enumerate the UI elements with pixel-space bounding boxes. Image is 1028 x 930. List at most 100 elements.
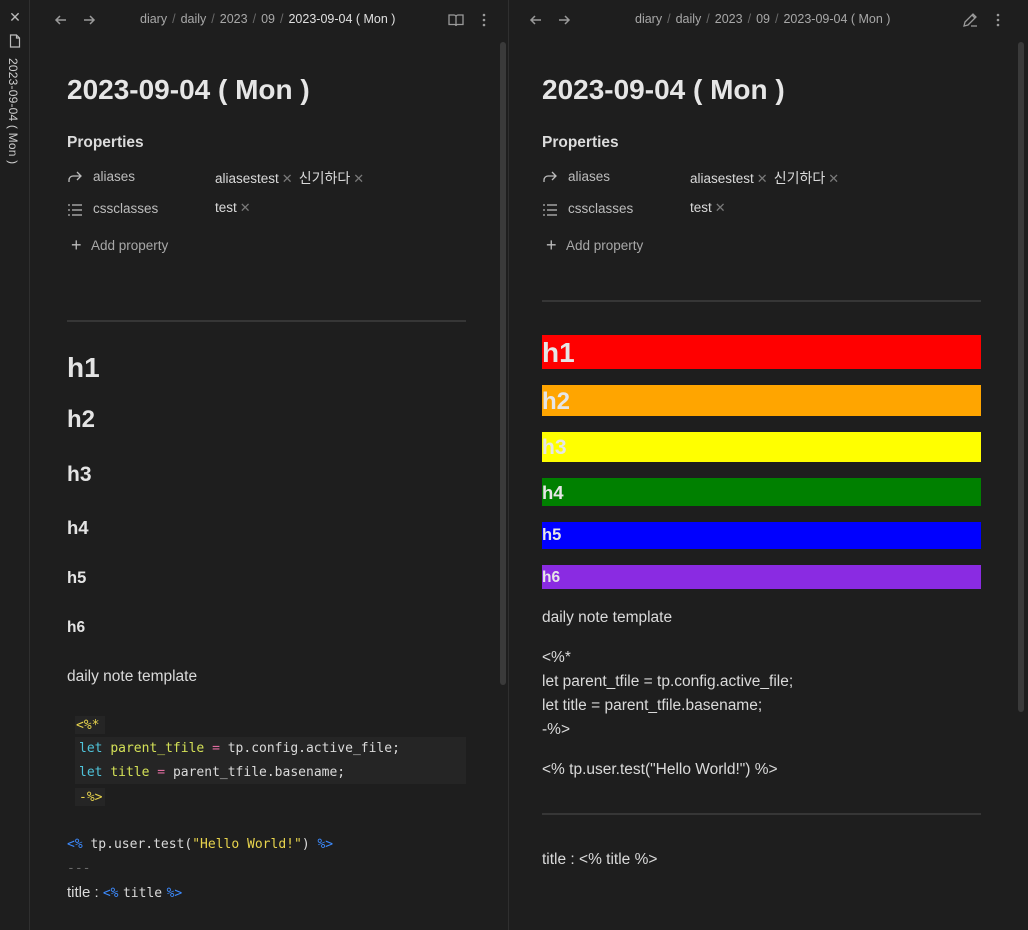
heading-3[interactable]: h3	[67, 463, 92, 487]
code-line: let title = parent_tfile.basename;	[79, 765, 346, 780]
paragraph: daily note template	[542, 609, 673, 626]
property-name[interactable]: cssclasses	[93, 201, 158, 216]
heading-3-band: h3	[542, 432, 981, 462]
property-row-aliases[interactable]: aliases aliasestest ✕ 신기하다 ✕	[542, 168, 982, 190]
rendered-line: <%*	[542, 649, 571, 666]
breadcrumb: diary / daily/2023/09/2023-09-04 ( Mon )	[635, 12, 891, 26]
add-property-button[interactable]: + Add property	[71, 235, 168, 255]
property-row-aliases[interactable]: aliases aliasestest ✕ 신기하다 ✕	[67, 168, 487, 190]
rendered-line: -%>	[542, 721, 570, 738]
heading-4: h4	[542, 482, 564, 503]
property-pill[interactable]: test ✕	[215, 200, 251, 216]
title-line[interactable]: title : <% title %>	[67, 884, 182, 902]
remove-icon[interactable]: ✕	[282, 171, 293, 186]
property-pill[interactable]: 신기하다 ✕	[774, 168, 839, 188]
list-icon	[543, 204, 557, 216]
more-vertical-icon[interactable]	[989, 11, 1007, 29]
properties-heading[interactable]: Properties	[542, 134, 619, 152]
heading-2[interactable]: h2	[67, 406, 95, 434]
heading-2: h2	[542, 388, 571, 415]
file-icon[interactable]	[9, 34, 21, 48]
breadcrumb-current[interactable]: 2023-09-04 ( Mon )	[288, 12, 395, 26]
breadcrumb: diary / daily/2023/09/2023-09-04 ( Mon )	[140, 12, 396, 26]
code-line: let parent_tfile = tp.config.active_file…	[79, 741, 400, 756]
heading-5[interactable]: h5	[67, 569, 86, 588]
heading-4-band: h4	[542, 478, 981, 506]
property-name[interactable]: aliases	[93, 169, 135, 184]
property-name[interactable]: aliases	[568, 169, 610, 184]
heading-4[interactable]: h4	[67, 517, 89, 539]
breadcrumb-item[interactable]: diary	[635, 12, 662, 26]
heading-1: h1	[542, 337, 575, 368]
properties-heading[interactable]: Properties	[67, 134, 144, 152]
property-pill[interactable]: aliasestest ✕	[690, 171, 768, 187]
arrow-left-icon[interactable]	[527, 11, 545, 29]
note-title: 2023-09-04 ( Mon )	[542, 74, 785, 105]
remove-icon[interactable]: ✕	[240, 200, 251, 215]
property-name[interactable]: cssclasses	[568, 201, 633, 216]
property-pill[interactable]: test ✕	[690, 200, 726, 216]
hr-markdown[interactable]: ---	[67, 861, 90, 876]
heading-1-band: h1	[542, 335, 981, 369]
template-call-line[interactable]: <% tp.user.test("Hello World!") %>	[67, 837, 333, 852]
remove-icon[interactable]: ✕	[353, 171, 364, 186]
close-icon[interactable]: ✕	[8, 10, 22, 24]
more-vertical-icon[interactable]	[475, 11, 493, 29]
property-values[interactable]: aliasestest ✕ 신기하다 ✕	[690, 168, 845, 188]
breadcrumb-item[interactable]: 2023	[220, 12, 248, 26]
plus-icon: +	[546, 235, 557, 255]
heading-3: h3	[542, 436, 567, 459]
heading-6-band: h6	[542, 565, 981, 589]
breadcrumb-item[interactable]: 09	[756, 12, 770, 26]
pencil-icon[interactable]	[961, 11, 979, 29]
breadcrumb-item[interactable]: 2023	[715, 12, 743, 26]
property-pill[interactable]: 신기하다 ✕	[299, 168, 364, 188]
breadcrumb-item[interactable]: daily	[181, 12, 207, 26]
template-open-tag[interactable]: <%*	[76, 718, 99, 733]
plus-icon: +	[71, 235, 82, 255]
breadcrumb-item[interactable]: diary	[140, 12, 167, 26]
heading-5: h5	[542, 526, 562, 544]
divider	[542, 813, 981, 815]
rendered-line: let parent_tfile = tp.config.active_file…	[542, 673, 794, 690]
rendered-line: let title = parent_tfile.basename;	[542, 697, 763, 714]
right-header: diary / daily/2023/09/2023-09-04 ( Mon )	[510, 0, 1028, 40]
link-arrow-icon	[543, 171, 557, 182]
scrollbar[interactable]	[500, 42, 506, 685]
link-arrow-icon	[68, 171, 82, 182]
property-row-cssclasses[interactable]: cssclasses test ✕	[67, 200, 487, 222]
remove-icon[interactable]: ✕	[715, 200, 726, 215]
breadcrumb-current[interactable]: 2023-09-04 ( Mon )	[783, 12, 890, 26]
arrow-right-icon[interactable]	[555, 11, 573, 29]
property-pill[interactable]: aliasestest ✕	[215, 171, 293, 187]
breadcrumb-item[interactable]: 09	[261, 12, 275, 26]
vertical-tab-title[interactable]: 2023-09-04 ( Mon )	[6, 58, 20, 164]
heading-5-band: h5	[542, 522, 981, 549]
book-open-icon[interactable]	[447, 11, 465, 29]
property-values[interactable]: aliasestest ✕ 신기하다 ✕	[215, 168, 370, 188]
remove-icon[interactable]: ✕	[757, 171, 768, 186]
heading-1[interactable]: h1	[67, 352, 100, 384]
heading-6[interactable]: h6	[67, 619, 85, 637]
left-pane: diary / daily/2023/09/2023-09-04 ( Mon ) 2…	[31, 0, 509, 930]
scrollbar[interactable]	[1018, 42, 1024, 712]
template-close-tag[interactable]: -%>	[79, 790, 102, 805]
tab-sidebar: ✕ 2023-09-04 ( Mon )	[0, 0, 30, 930]
heading-6: h6	[542, 569, 561, 586]
divider	[542, 300, 981, 302]
note-title[interactable]: 2023-09-04 ( Mon )	[67, 74, 310, 106]
property-values[interactable]: test ✕	[690, 200, 732, 216]
arrow-left-icon[interactable]	[52, 11, 70, 29]
right-pane: diary / daily/2023/09/2023-09-04 ( Mon ) 2…	[510, 0, 1028, 930]
remove-icon[interactable]: ✕	[828, 171, 839, 186]
add-property-button[interactable]: + Add property	[546, 235, 643, 255]
breadcrumb-item[interactable]: daily	[676, 12, 702, 26]
arrow-right-icon[interactable]	[80, 11, 98, 29]
property-values[interactable]: test ✕	[215, 200, 257, 216]
property-row-cssclasses[interactable]: cssclasses test ✕	[542, 200, 982, 222]
left-header: diary / daily/2023/09/2023-09-04 ( Mon )	[31, 0, 508, 40]
paragraph[interactable]: daily note template	[67, 668, 197, 686]
rendered-tp-line: <% tp.user.test("Hello World!") %>	[542, 761, 778, 778]
rendered-title-line: title : <% title %>	[542, 851, 658, 868]
divider	[67, 320, 466, 322]
